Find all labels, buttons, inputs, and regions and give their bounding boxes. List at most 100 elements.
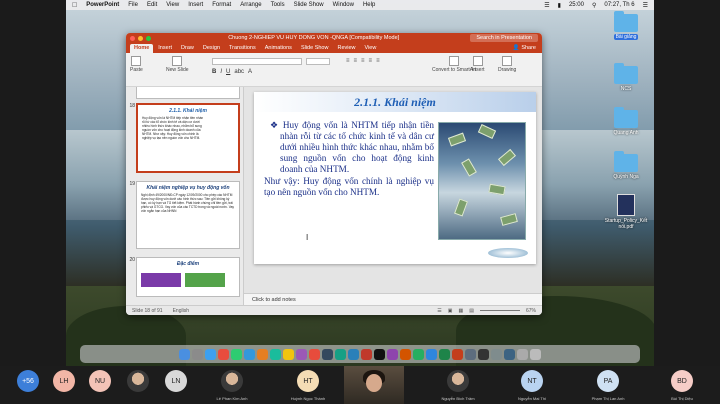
notes-pane[interactable]: Click to add notes <box>244 293 542 305</box>
participant-tile[interactable]: LN <box>154 370 198 392</box>
messages-icon[interactable] <box>231 348 242 360</box>
facetime-icon[interactable] <box>270 348 281 360</box>
apple-icon[interactable]:  <box>72 2 77 9</box>
menu-tools[interactable]: Tools <box>271 2 285 8</box>
contacts-icon[interactable] <box>322 348 333 360</box>
zoom-level[interactable]: 67% <box>526 308 536 314</box>
preferences-icon[interactable] <box>465 348 476 360</box>
participant-tile[interactable]: PA Phạm Thị Lan Anh <box>586 370 630 401</box>
tab-insert[interactable]: Insert <box>154 44 176 53</box>
slide-title[interactable]: 2.1.1. Khái niệm <box>354 95 436 110</box>
font-name-dropdown[interactable] <box>212 58 302 65</box>
slide-thumbnails[interactable]: 18 2.1.1. Khái niệm Huy động vốn là NHTM… <box>126 87 244 305</box>
desktop-folder-icon[interactable]: Quỳnh Nga <box>606 151 646 180</box>
slide-canvas[interactable]: 2.1.1. Khái niệm ❖ Huy động vốn là NHTM … <box>254 92 536 264</box>
trash-icon[interactable] <box>530 348 541 360</box>
participant-tile[interactable]: NT Nguyễn Mai Thi <box>510 370 554 401</box>
menu-edit[interactable]: Edit <box>147 2 157 8</box>
safari-icon[interactable] <box>205 348 216 360</box>
podcasts-icon[interactable] <box>296 348 307 360</box>
downloads-icon[interactable] <box>517 348 528 360</box>
active-speaker-video[interactable] <box>344 366 404 404</box>
excel-icon[interactable] <box>439 348 450 360</box>
language-indicator[interactable]: English <box>173 308 189 314</box>
reading-view-icon[interactable]: ▤ <box>469 308 474 314</box>
control-center-icon[interactable]: ☰ <box>643 2 648 9</box>
participant-tile[interactable]: Lê Phan Kim Anh <box>210 370 254 401</box>
chrome-icon[interactable] <box>218 348 229 360</box>
zoom-icon[interactable] <box>146 35 151 41</box>
insert-button[interactable]: Insert <box>472 56 485 73</box>
search-icon[interactable]: ⚲ <box>592 2 596 9</box>
font-color-button[interactable]: A <box>248 69 252 75</box>
underline-button[interactable]: U <box>226 69 230 75</box>
menu-slideshow[interactable]: Slide Show <box>294 2 324 8</box>
menu-format[interactable]: Format <box>212 2 231 8</box>
maps-icon[interactable] <box>335 348 346 360</box>
tab-draw[interactable]: Draw <box>177 44 198 53</box>
music-icon[interactable] <box>361 348 372 360</box>
tab-slideshow[interactable]: Slide Show <box>297 44 333 53</box>
menu-file[interactable]: File <box>128 2 138 8</box>
wifi-icon[interactable]: ☰ <box>544 2 549 9</box>
tab-transitions[interactable]: Transitions <box>225 44 260 53</box>
menu-view[interactable]: View <box>166 2 179 8</box>
menu-app-name[interactable]: PowerPoint <box>86 2 119 8</box>
thumbnail-slide[interactable] <box>136 87 240 99</box>
tv-icon[interactable] <box>374 348 385 360</box>
menu-arrange[interactable]: Arrange <box>240 2 261 8</box>
slide-textbox[interactable]: ❖ Huy động vốn là NHTM tiếp nhận tiền nh… <box>264 120 434 199</box>
menu-help[interactable]: Help <box>363 2 375 8</box>
paste-button[interactable]: Paste <box>130 56 143 73</box>
align-center-icon[interactable]: ≡ <box>369 58 373 64</box>
close-icon[interactable] <box>130 35 135 41</box>
menu-insert[interactable]: Insert <box>188 2 203 8</box>
participant-tile[interactable]: HT Huỳnh Ngọc Thành <box>286 370 330 401</box>
normal-view-icon[interactable]: ▣ <box>448 308 453 314</box>
share-button[interactable]: 👤 Share <box>507 45 542 53</box>
tab-home[interactable]: Home <box>130 44 154 53</box>
battery-icon[interactable]: ▮ <box>558 2 561 9</box>
preview-icon[interactable] <box>491 348 502 360</box>
thumbnail-20[interactable]: 20 Đặc điểm <box>128 257 240 297</box>
thumbnail-slide[interactable]: Đặc điểm <box>136 257 240 297</box>
tab-view[interactable]: View <box>361 44 381 53</box>
thumbnail-18[interactable]: 18 2.1.1. Khái niệm Huy động vốn là NHTM… <box>128 103 240 173</box>
notes-app-icon[interactable] <box>283 348 294 360</box>
calendar-icon[interactable] <box>309 348 320 360</box>
align-left-icon[interactable]: ≡ <box>361 58 365 64</box>
zoom-app-icon[interactable] <box>348 348 359 360</box>
strikethrough-button[interactable]: abc <box>234 69 244 75</box>
launchpad-icon[interactable] <box>192 348 203 360</box>
menu-window[interactable]: Window <box>333 2 354 8</box>
more-participants-badge[interactable]: +56 <box>17 370 39 392</box>
word-icon[interactable] <box>426 348 437 360</box>
desktop-folder-icon[interactable]: Bài giảng <box>606 11 646 40</box>
participant-tile[interactable]: Nguyễn Bích Trâm <box>436 370 480 401</box>
numbers-icon[interactable] <box>413 348 424 360</box>
notes-icon[interactable]: ☰ <box>437 308 441 314</box>
app-store-icon[interactable] <box>504 348 515 360</box>
tab-review[interactable]: Review <box>333 44 359 53</box>
participant-tile[interactable]: BD Bùi Thị Diệu <box>660 370 704 401</box>
sorter-view-icon[interactable]: ▦ <box>459 308 464 314</box>
bullets-icon[interactable]: ≡ <box>346 58 350 64</box>
new-slide-button[interactable]: New Slide <box>166 56 189 73</box>
powerpoint-icon[interactable] <box>452 348 463 360</box>
photos-icon[interactable] <box>257 348 268 360</box>
desktop-folder-icon[interactable]: NCS <box>606 63 646 92</box>
zoom-slider[interactable] <box>479 310 520 311</box>
podcast-icon[interactable] <box>387 348 398 360</box>
terminal-icon[interactable] <box>478 348 489 360</box>
thumbnail-19[interactable]: 19 Khái niệm nghiệp vụ huy động vốn Nghị… <box>128 181 240 249</box>
desktop-pdf-icon[interactable]: Startup_Policy_Kết nối.pdf <box>605 194 647 230</box>
bold-button[interactable]: B <box>212 69 216 75</box>
font-size-dropdown[interactable] <box>306 58 330 65</box>
clock[interactable]: 07:27, Th 6 <box>604 2 634 8</box>
desktop-folder-icon[interactable]: Quang Anh <box>606 107 646 136</box>
thumbnail-17[interactable] <box>128 87 240 99</box>
thumbnail-slide-selected[interactable]: 2.1.1. Khái niệm Huy động vốn là NHTM ti… <box>136 103 240 173</box>
search-presentation-input[interactable]: Search in Presentation <box>470 34 538 42</box>
numbering-icon[interactable]: ≡ <box>354 58 358 64</box>
finder-icon[interactable] <box>179 348 190 360</box>
